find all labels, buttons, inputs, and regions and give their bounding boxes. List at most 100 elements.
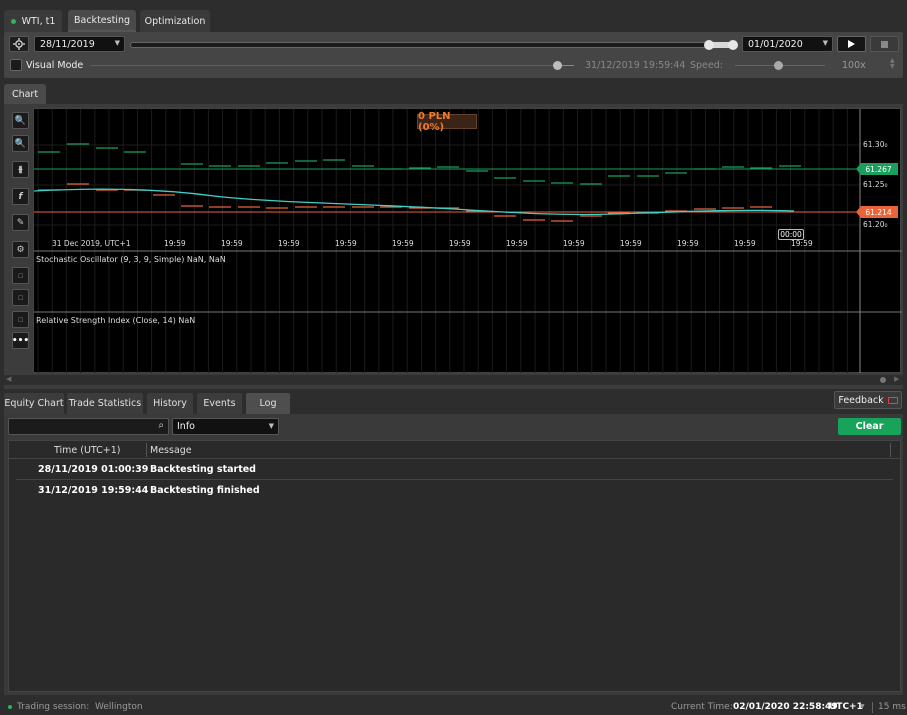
more-icon: ••• xyxy=(11,335,30,346)
tab-backtesting-label: Backtesting xyxy=(74,14,130,26)
period-slider-end-handle[interactable] xyxy=(728,40,738,50)
chevron-down-icon: ▼ xyxy=(268,422,274,430)
log-level-value: Info xyxy=(177,421,195,432)
search-icon: ⌕ xyxy=(158,420,164,431)
log-message: Backtesting started xyxy=(150,464,256,475)
zoom-out-button[interactable]: 🔍 xyxy=(12,135,29,152)
table-row[interactable]: 28/11/2019 01:00:39 Backtesting started xyxy=(16,460,893,480)
chevron-down-icon: ▼ xyxy=(822,39,828,47)
price-label-high: 61.30₀ xyxy=(863,140,888,149)
play-button[interactable] xyxy=(837,36,866,52)
zoom-in-icon: 🔍 xyxy=(14,115,27,126)
tab-optimization-label: Optimization xyxy=(144,15,206,27)
visual-mode-checkbox[interactable] xyxy=(10,59,22,71)
time-label: 19:59 xyxy=(449,239,471,248)
status-dot-icon xyxy=(10,18,16,24)
chart-type-button[interactable]: ⫵ xyxy=(12,161,29,178)
cursor-time-badge: 00:00 xyxy=(778,229,804,240)
candles-icon: ⫵ xyxy=(18,164,23,175)
table-row[interactable]: 31/12/2019 19:59:44 Backtesting finished xyxy=(16,480,893,500)
log-message: Backtesting finished xyxy=(150,484,260,496)
time-label: 19:59 xyxy=(278,239,300,248)
tab-events[interactable]: Events xyxy=(197,393,242,414)
start-date-value: 28/11/2019 xyxy=(40,38,95,50)
chart-area[interactable]: 0 PLN (0%) 61.30₀ 61.25₀ 61.20₀ 61.267 6… xyxy=(33,108,902,373)
log-search-input[interactable]: ⌕ xyxy=(8,418,169,435)
tab-log-label: Log xyxy=(259,398,277,409)
chevron-down-icon: ▼ xyxy=(114,39,120,47)
play-icon xyxy=(848,40,855,48)
column-header-message[interactable]: Message xyxy=(150,445,192,456)
drawing-icon: ✎ xyxy=(16,217,25,228)
log-table-header: Time (UTC+1) Message xyxy=(9,441,900,459)
speed-label: Speed: xyxy=(690,60,723,71)
time-label: 19:59 xyxy=(335,239,357,248)
speed-slider-handle[interactable] xyxy=(774,61,783,70)
replay-progress-remaining xyxy=(562,65,574,66)
more-button[interactable]: ••• xyxy=(12,332,29,349)
period-slider-track[interactable] xyxy=(130,42,736,48)
chevron-down-icon: ▼ xyxy=(860,703,865,710)
tab-backtesting[interactable]: Backtesting xyxy=(68,10,136,32)
scroll-left-icon[interactable]: ◀ xyxy=(6,375,11,383)
replay-progress-track[interactable] xyxy=(90,65,556,66)
tab-log[interactable]: Log xyxy=(246,393,290,414)
time-label: 19:59 xyxy=(791,239,813,248)
settings-button[interactable] xyxy=(9,36,29,52)
speed-spinner-icon[interactable]: ▲ ▼ xyxy=(890,58,895,70)
start-date-picker[interactable]: 28/11/2019 ▼ xyxy=(34,36,125,52)
price-label-low: 61.20₀ xyxy=(863,220,888,229)
latency-value: 15 ms xyxy=(878,702,906,712)
scroll-thumb[interactable] xyxy=(880,377,886,383)
time-label: 19:59 xyxy=(164,239,186,248)
tab-history[interactable]: History xyxy=(147,393,193,414)
end-date-picker[interactable]: 01/01/2020 ▼ xyxy=(742,36,833,52)
column-divider xyxy=(146,443,147,457)
tab-chart[interactable]: Chart xyxy=(4,84,46,105)
tab-equity-chart[interactable]: Equity Chart xyxy=(4,393,64,414)
panel-button-1[interactable]: ▫ xyxy=(12,267,29,284)
zoom-out-icon: 🔍 xyxy=(14,138,27,149)
timezone-select[interactable]: UTC+1 xyxy=(829,702,863,712)
tab-chart-label: Chart xyxy=(11,89,39,100)
column-header-time[interactable]: Time (UTC+1) xyxy=(54,445,121,456)
feedback-button[interactable]: Feedback xyxy=(834,391,902,409)
log-time: 31/12/2019 19:59:44 xyxy=(38,484,149,496)
tab-trade-statistics[interactable]: Trade Statistics xyxy=(67,393,143,414)
tab-trade-statistics-label: Trade Statistics xyxy=(68,398,142,409)
clear-label: Clear xyxy=(855,421,884,432)
stop-icon xyxy=(881,40,888,48)
clear-button[interactable]: Clear xyxy=(838,418,901,435)
replay-progress-handle[interactable] xyxy=(553,61,562,70)
stop-button[interactable] xyxy=(870,36,899,52)
log-time: 28/11/2019 01:00:39 xyxy=(38,464,149,475)
panel-button-2[interactable]: ▫ xyxy=(12,289,29,306)
visual-mode-label: Visual Mode xyxy=(26,60,84,71)
status-divider xyxy=(872,702,873,713)
chart-settings-button[interactable]: ⚙ xyxy=(12,241,29,258)
bid-price-tag: 61.214 xyxy=(856,206,898,218)
current-time-value: 02/01/2020 22:58:49 xyxy=(733,702,838,712)
scroll-right-icon[interactable]: ▶ xyxy=(894,375,899,383)
tab-optimization[interactable]: Optimization xyxy=(140,10,210,32)
drawings-button[interactable]: ✎ xyxy=(12,214,29,231)
maximize-icon: ▫ xyxy=(17,314,24,325)
time-label: 19:59 xyxy=(563,239,585,248)
ask-price: 61.267 xyxy=(865,164,892,174)
panel-button-3[interactable]: ▫ xyxy=(12,311,29,328)
tab-instrument[interactable]: WTI, t1 xyxy=(4,10,62,32)
gear-icon xyxy=(13,38,25,50)
zoom-in-button[interactable]: 🔍 xyxy=(12,112,29,129)
indicators-button[interactable]: f xyxy=(12,188,29,205)
function-icon: f xyxy=(18,191,23,202)
maximize-icon: ▫ xyxy=(17,270,24,281)
time-label: 31 Dec 2019, UTC+1 xyxy=(52,239,131,248)
period-slider-start-handle[interactable] xyxy=(704,40,714,50)
log-level-select[interactable]: Info ▼ xyxy=(172,418,279,435)
chart-scrollbar[interactable]: ◀ ▶ xyxy=(4,375,903,385)
time-label: 19:59 xyxy=(734,239,756,248)
session-label: Trading session: xyxy=(17,702,90,712)
price-label-mid: 61.25₀ xyxy=(863,180,888,189)
column-divider xyxy=(890,443,891,457)
time-label: 19:59 xyxy=(221,239,243,248)
